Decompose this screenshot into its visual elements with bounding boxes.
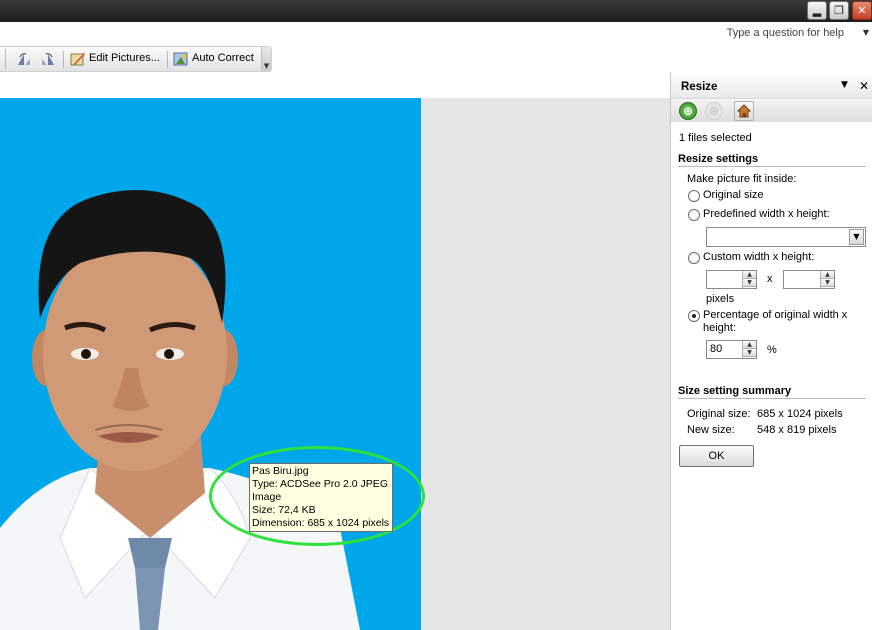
divider xyxy=(678,398,866,399)
custom-size-label[interactable]: Custom width x height: xyxy=(703,251,814,263)
help-question-input[interactable]: Type a question for help xyxy=(727,27,844,39)
rotate-right-icon[interactable] xyxy=(40,51,56,67)
menu-bar: Type a question for help ▼ xyxy=(0,22,872,46)
fit-inside-label: Make picture fit inside: xyxy=(687,173,797,185)
tooltip-filename: Pas Biru.jpg xyxy=(252,465,309,477)
height-spin-buttons[interactable]: ▲ ▼ xyxy=(820,271,834,288)
pane-close-icon[interactable]: ✕ xyxy=(859,79,869,93)
toolbar-left-grip[interactable] xyxy=(0,49,6,69)
resize-task-pane: Resize ▼ ✕ ⊕ ⊕ 1 files selected Resize s… xyxy=(670,73,872,630)
percentage-spin-buttons[interactable]: ▲ ▼ xyxy=(742,341,756,358)
custom-height-stepper[interactable]: ▲ ▼ xyxy=(783,270,835,289)
toolbar-separator xyxy=(167,51,168,68)
picture-toolbar: Edit Pictures... Auto Correct ▼ xyxy=(0,46,272,72)
pane-title: Resize xyxy=(681,81,718,93)
pixels-unit-label: pixels xyxy=(706,293,735,305)
chevron-down-icon[interactable]: ▼ xyxy=(849,229,864,245)
size-separator: x xyxy=(767,273,773,285)
percentage-label[interactable]: Percentage of original width x xyxy=(703,309,847,321)
picture-canvas xyxy=(0,98,670,630)
summary-heading: Size setting summary xyxy=(678,385,792,397)
home-icon[interactable] xyxy=(734,101,754,121)
edit-pictures-icon[interactable] xyxy=(70,51,86,67)
tooltip-type-cont: Image xyxy=(252,491,282,503)
custom-size-radio[interactable] xyxy=(688,252,700,264)
back-icon[interactable]: ⊕ xyxy=(679,102,697,120)
custom-width-stepper[interactable]: ▲ ▼ xyxy=(706,270,757,289)
original-size-summary-label: Original size: xyxy=(687,408,751,420)
rotate-left-icon[interactable] xyxy=(16,51,32,67)
auto-correct-icon[interactable] xyxy=(173,51,189,67)
file-info-tooltip: Pas Biru.jpg Type: ACDSee Pro 2.0 JPEG I… xyxy=(249,463,393,532)
toolbar-separator xyxy=(63,51,64,68)
original-size-summary-value: 685 x 1024 pixels xyxy=(757,408,843,420)
percentage-value[interactable]: 80 xyxy=(710,343,722,355)
photo-preview[interactable] xyxy=(0,98,421,630)
divider xyxy=(678,166,866,167)
percentage-stepper[interactable]: 80 ▲ ▼ xyxy=(706,340,757,359)
new-size-summary-value: 548 x 819 pixels xyxy=(757,424,837,436)
toolbar-options-dropdown[interactable]: ▼ xyxy=(261,47,271,71)
edit-pictures-button[interactable]: Edit Pictures... xyxy=(89,52,160,64)
original-size-radio[interactable] xyxy=(688,190,700,202)
close-button[interactable]: ✕ xyxy=(852,1,872,20)
pane-nav-bar: ⊕ ⊕ xyxy=(671,100,872,122)
percent-unit: % xyxy=(767,344,777,356)
portrait-photo xyxy=(0,190,360,630)
tooltip-size: Size: 72,4 KB xyxy=(252,504,316,516)
resize-settings-heading: Resize settings xyxy=(678,153,759,165)
tooltip-type: Type: ACDSee Pro 2.0 JPEG xyxy=(252,478,388,490)
predefined-size-select[interactable]: ▼ xyxy=(706,227,866,247)
title-bar: ▂ ❐ ✕ xyxy=(0,0,872,22)
pane-menu-arrow[interactable]: ▼ xyxy=(841,80,848,90)
tooltip-dimension: Dimension: 685 x 1024 pixels xyxy=(252,517,390,529)
pane-header: Resize ▼ ✕ xyxy=(671,73,872,99)
percentage-label-cont[interactable]: height: xyxy=(703,322,736,334)
forward-icon[interactable]: ⊕ xyxy=(705,102,723,120)
ok-button[interactable]: OK xyxy=(679,445,754,467)
percentage-radio[interactable] xyxy=(688,310,700,322)
original-size-label[interactable]: Original size xyxy=(703,189,764,201)
files-selected-text: 1 files selected xyxy=(679,132,752,144)
width-spin-buttons[interactable]: ▲ ▼ xyxy=(742,271,756,288)
predefined-label[interactable]: Predefined width x height: xyxy=(703,208,830,220)
restore-button[interactable]: ❐ xyxy=(829,1,849,20)
auto-correct-button[interactable]: Auto Correct xyxy=(192,52,254,64)
predefined-radio[interactable] xyxy=(688,209,700,221)
new-size-summary-label: New size: xyxy=(687,424,735,436)
minimize-button[interactable]: ▂ xyxy=(807,1,827,20)
help-dropdown-arrow[interactable]: ▼ xyxy=(863,28,869,37)
